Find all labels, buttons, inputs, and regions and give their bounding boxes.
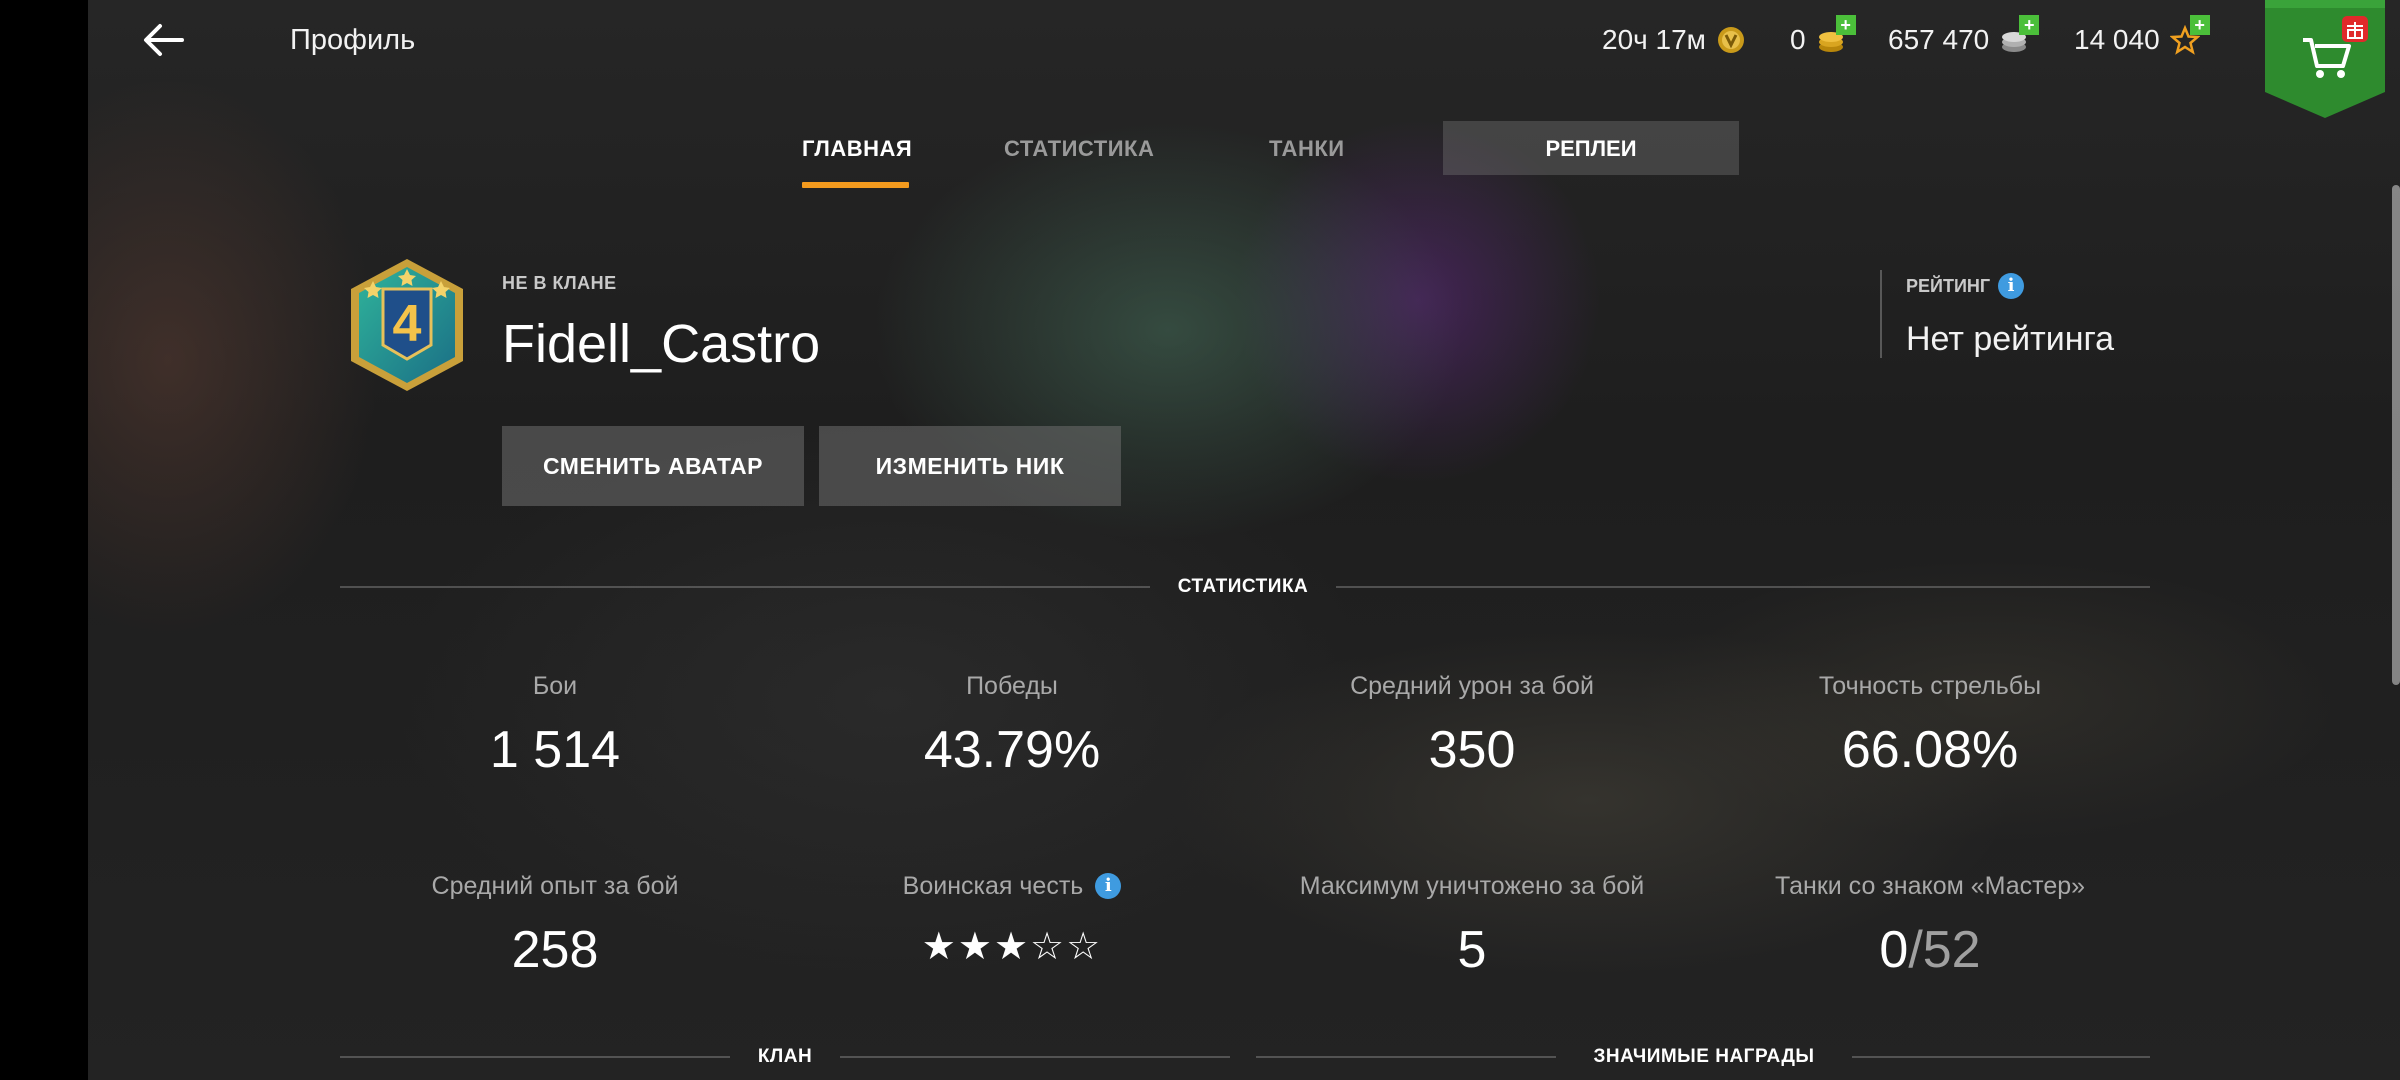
scrollbar[interactable] (2392, 185, 2400, 685)
star-filled-icon: ★ (993, 926, 1031, 968)
credits-value: 657 470 (1888, 24, 1990, 55)
stat-honor: Воинская честь i ★★★☆☆ (802, 870, 1222, 969)
change-nick-button[interactable]: ИЗМЕНИТЬ НИК (819, 426, 1121, 506)
stat-wins: Победы 43.79% (802, 670, 1222, 780)
stat-max-kills: Максимум уничтожено за бой 5 (1262, 870, 1682, 980)
stat-value: 258 (511, 921, 599, 979)
star-filled-icon: ★ (921, 926, 958, 968)
add-free-xp-icon[interactable]: + (2189, 15, 2210, 35)
divider (340, 1056, 730, 1058)
stat-label: Танки со знаком «Мастер» (1774, 871, 2086, 900)
premium-icon (1717, 27, 1744, 53)
mastery-separator: / (1908, 921, 1923, 979)
rating-label-text: РЕЙТИНГ (1906, 275, 1991, 296)
svg-text:4: 4 (393, 295, 422, 353)
stat-value: 1 514 (489, 721, 621, 779)
divider (1852, 1056, 2150, 1058)
stat-label: Средний урон за бой (1350, 671, 1594, 700)
gold-icon: + (1816, 15, 1856, 55)
stat-label: Средний опыт за бой (431, 871, 679, 900)
stat-avg-xp: Средний опыт за бой 258 (345, 870, 765, 980)
star-xp-icon: + (2168, 15, 2210, 55)
star-empty-icon: ☆ (1066, 926, 1103, 968)
change-avatar-button[interactable]: СМЕНИТЬ АВАТАР (502, 426, 804, 506)
shop-cart-icon (2265, 0, 2385, 118)
page-title: Профиль (290, 24, 416, 56)
honor-info-icon[interactable]: i (1095, 873, 1122, 899)
credits-balance[interactable]: 657 470 + (1888, 15, 2040, 56)
player-nickname: Fidell_Castro (502, 314, 821, 374)
stat-label: Победы (966, 671, 1058, 700)
stat-label: Максимум уничтожено за бой (1299, 871, 1645, 900)
premium-timer[interactable]: 20ч 17м (1602, 24, 1746, 56)
tab-main[interactable]: ГЛАВНАЯ (802, 136, 912, 162)
gold-value: 0 (1790, 24, 1806, 55)
stat-value: 5 (1457, 921, 1487, 979)
shop-button[interactable] (2265, 0, 2385, 118)
stat-value: 0/52 (1720, 920, 2140, 980)
section-title-statistics: СТАТИСТИКА (1177, 576, 1309, 597)
stat-label: Бои (532, 671, 578, 700)
divider (840, 1056, 1230, 1058)
rating-info-icon[interactable]: i (1998, 273, 2025, 299)
honor-stars: ★★★☆☆ (802, 924, 1222, 969)
divider (1336, 586, 2150, 588)
credits-icon: + (1999, 15, 2040, 55)
gold-balance[interactable]: 0 + (1790, 15, 1856, 56)
stat-value: 350 (1428, 721, 1516, 779)
rating-value: Нет рейтинга (1906, 320, 2115, 358)
rating-separator (1880, 270, 1882, 358)
stat-accuracy: Точность стрельбы 66.08% (1720, 670, 2140, 780)
stat-value: 43.79% (923, 721, 1101, 779)
rating-label: РЕЙТИНГ i (1906, 273, 2025, 299)
stat-battles: Бои 1 514 (345, 670, 765, 780)
tab-tanks[interactable]: ТАНКИ (1269, 136, 1345, 162)
free-xp-value: 14 040 (2074, 24, 2160, 55)
stat-avg-damage: Средний урон за бой 350 (1262, 670, 1682, 780)
add-credits-icon[interactable]: + (2019, 15, 2040, 35)
mastery-total: 52 (1922, 921, 1981, 979)
stat-label: Точность стрельбы (1818, 671, 2042, 700)
stat-label-text: Воинская честь (902, 871, 1084, 900)
star-filled-icon: ★ (957, 926, 994, 968)
tab-replays-label: РЕПЛЕИ (1545, 136, 1637, 161)
free-xp-balance[interactable]: 14 040 + (2074, 15, 2210, 56)
divider (340, 586, 1150, 588)
rank-emblem: 4 (345, 255, 469, 395)
stat-label: Воинская честь i (802, 870, 1222, 902)
premium-timer-value: 20ч 17м (1602, 24, 1706, 55)
add-gold-icon[interactable]: + (1835, 15, 1856, 35)
section-title-clan: КЛАН (757, 1046, 813, 1067)
tab-replays[interactable]: РЕПЛЕИ (1443, 121, 1739, 175)
divider (1256, 1056, 1556, 1058)
arrow-left-icon (144, 24, 184, 56)
tab-active-indicator (802, 182, 909, 188)
section-title-awards: ЗНАЧИМЫЕ НАГРАДЫ (1593, 1046, 1815, 1067)
mastery-count: 0 (1879, 921, 1909, 979)
star-empty-icon: ☆ (1030, 926, 1067, 968)
stat-mastery: Танки со знаком «Мастер» 0/52 (1720, 870, 2140, 980)
back-button[interactable] (142, 18, 186, 62)
stat-value: 66.08% (1841, 721, 2019, 779)
tab-statistics[interactable]: СТАТИСТИКА (1004, 136, 1154, 162)
clan-status: НЕ В КЛАНЕ (502, 273, 617, 293)
